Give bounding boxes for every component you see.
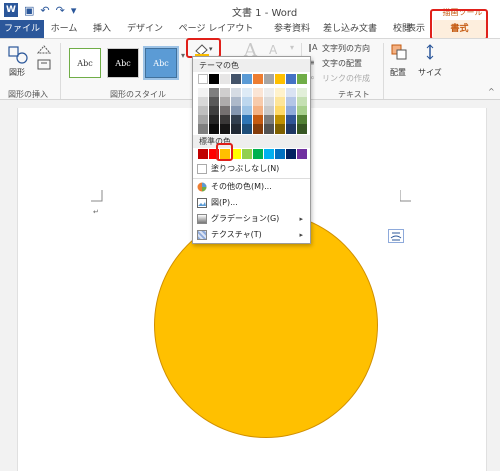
theme-color-swatch[interactable] (286, 74, 296, 84)
text-box-icon[interactable] (36, 59, 54, 71)
fill-button-highlight (186, 38, 221, 58)
standard-color-swatch[interactable] (286, 149, 296, 159)
standard-color-swatch[interactable] (242, 149, 252, 159)
arrange-icon[interactable] (390, 43, 408, 61)
theme-shade-swatch[interactable] (198, 124, 208, 134)
margin-corner-top-left (91, 190, 103, 202)
more-colors-label: その他の色(M)... (211, 182, 272, 191)
text-fill-letter[interactable]: A (269, 43, 277, 57)
redo-icon[interactable]: ↷ (56, 4, 65, 17)
ribbon-separator (383, 43, 384, 99)
shape-style-blue[interactable]: Abc (143, 46, 179, 80)
theme-color-swatch[interactable] (275, 74, 285, 84)
standard-colors-header: 標準の色 (193, 135, 310, 148)
collapse-ribbon-icon[interactable]: ^ (488, 87, 495, 96)
picture-label: 図(P)... (211, 198, 238, 207)
no-fill-label: 塗りつぶしなし(N) (211, 164, 280, 173)
tab-home[interactable]: ホーム (50, 20, 78, 38)
theme-shade-swatch[interactable] (264, 124, 274, 134)
paragraph-mark-icon: ↵ (93, 208, 99, 216)
gradient-label: グラデーション(G) (211, 214, 280, 223)
customize-qat-icon[interactable]: ▾ (71, 4, 77, 17)
theme-color-swatch[interactable] (220, 74, 230, 84)
picture-icon (197, 198, 207, 208)
no-fill-item[interactable]: 塗りつぶしなし(N) (193, 161, 310, 177)
theme-shade-swatch[interactable] (220, 124, 230, 134)
shape-fill-dropdown: テーマの色 標準の色 塗りつぶしなし(N) その他の色(M)... 図(P)..… (192, 56, 311, 244)
theme-color-swatch[interactable] (297, 74, 307, 84)
theme-shade-swatch[interactable] (297, 124, 307, 134)
shape-style-dark[interactable]: Abc (107, 48, 139, 78)
theme-color-swatch[interactable] (231, 74, 241, 84)
undo-icon[interactable]: ↶ (40, 4, 49, 17)
text-direction-icon[interactable]: ‖A (308, 43, 317, 52)
tab-page-layout[interactable]: ページ レイアウト (173, 20, 259, 38)
text-effects-icon[interactable]: ▾ (290, 43, 294, 52)
submenu-arrow-icon: ▸ (299, 231, 303, 239)
theme-color-swatch[interactable] (209, 74, 219, 84)
theme-shade-swatch[interactable] (275, 124, 285, 134)
standard-color-swatch[interactable] (264, 149, 274, 159)
format-tab-highlight (430, 9, 488, 40)
window-title: 文書 1 - Word (232, 8, 298, 19)
picture-item[interactable]: 図(P)... (193, 195, 310, 211)
more-colors-item[interactable]: その他の色(M)... (193, 179, 310, 195)
edit-shape-icon[interactable] (36, 44, 54, 56)
text-direction-label[interactable]: 文字列の方向 (322, 43, 370, 54)
gradient-icon (197, 214, 207, 224)
theme-colors-header: テーマの色 (193, 59, 310, 72)
size-icon[interactable] (421, 43, 439, 61)
circle-shape[interactable] (154, 212, 378, 438)
standard-color-swatch[interactable] (297, 149, 307, 159)
standard-color-swatch[interactable] (253, 149, 263, 159)
size-label[interactable]: サイズ (418, 67, 442, 78)
tab-file[interactable]: ファイル (0, 20, 44, 38)
submenu-arrow-icon: ▸ (299, 215, 303, 223)
title-bar: W ▣ ↶ ↷ ▾ 文書 1 - Word 描画ツール (0, 0, 500, 20)
ribbon-tabs: ファイル ホーム 挿入 デザイン ページ レイアウト 参考資料 差し込み文書 校… (0, 20, 500, 38)
margin-corner-top-right (400, 190, 411, 202)
selected-color-highlight (216, 143, 233, 161)
arrange-label[interactable]: 配置 (390, 67, 406, 78)
tab-insert[interactable]: 挿入 (90, 20, 114, 38)
texture-item[interactable]: テクスチャ(T) ▸ (193, 227, 310, 243)
tab-references[interactable]: 参考資料 (272, 20, 312, 38)
theme-color-swatch[interactable] (253, 74, 263, 84)
save-icon[interactable]: ▣ (24, 4, 34, 17)
tab-design[interactable]: デザイン (126, 20, 164, 38)
standard-color-swatch[interactable] (198, 149, 208, 159)
insert-shapes-group-label: 図形の挿入 (8, 90, 48, 99)
theme-shade-swatch[interactable] (242, 124, 252, 134)
texture-label: テクスチャ(T) (211, 230, 262, 239)
gradient-item[interactable]: グラデーション(G) ▸ (193, 211, 310, 227)
word-logo-icon[interactable]: W (4, 3, 18, 17)
no-fill-icon (197, 164, 207, 174)
shape-style-outline[interactable]: Abc (69, 48, 101, 78)
layout-options-icon[interactable] (388, 229, 404, 243)
text-group-label: テキスト (338, 90, 370, 99)
tab-view[interactable]: 表示 (401, 20, 431, 38)
styles-more-icon[interactable]: ▾ (181, 51, 185, 60)
theme-color-swatch[interactable] (242, 74, 252, 84)
theme-color-swatch[interactable] (264, 74, 274, 84)
shapes-icon[interactable] (8, 45, 30, 65)
ribbon-separator (60, 43, 61, 99)
shape-styles-group-label: 図形のスタイル (110, 90, 166, 99)
theme-shade-swatch[interactable] (286, 124, 296, 134)
theme-shade-swatch[interactable] (231, 124, 241, 134)
quick-access-toolbar: W ▣ ↶ ↷ ▾ (4, 3, 76, 17)
tab-mailings[interactable]: 差し込み文書 (322, 20, 378, 38)
standard-color-swatch[interactable] (275, 149, 285, 159)
shape-button-label[interactable]: 図形 (9, 67, 25, 78)
create-link-label[interactable]: リンクの作成 (322, 73, 370, 84)
color-wheel-icon (197, 182, 207, 192)
theme-color-swatch[interactable] (198, 74, 208, 84)
theme-shade-swatch[interactable] (209, 124, 219, 134)
theme-shade-swatch[interactable] (253, 124, 263, 134)
text-align-label[interactable]: 文字の配置 (322, 58, 362, 69)
texture-icon (197, 230, 207, 240)
